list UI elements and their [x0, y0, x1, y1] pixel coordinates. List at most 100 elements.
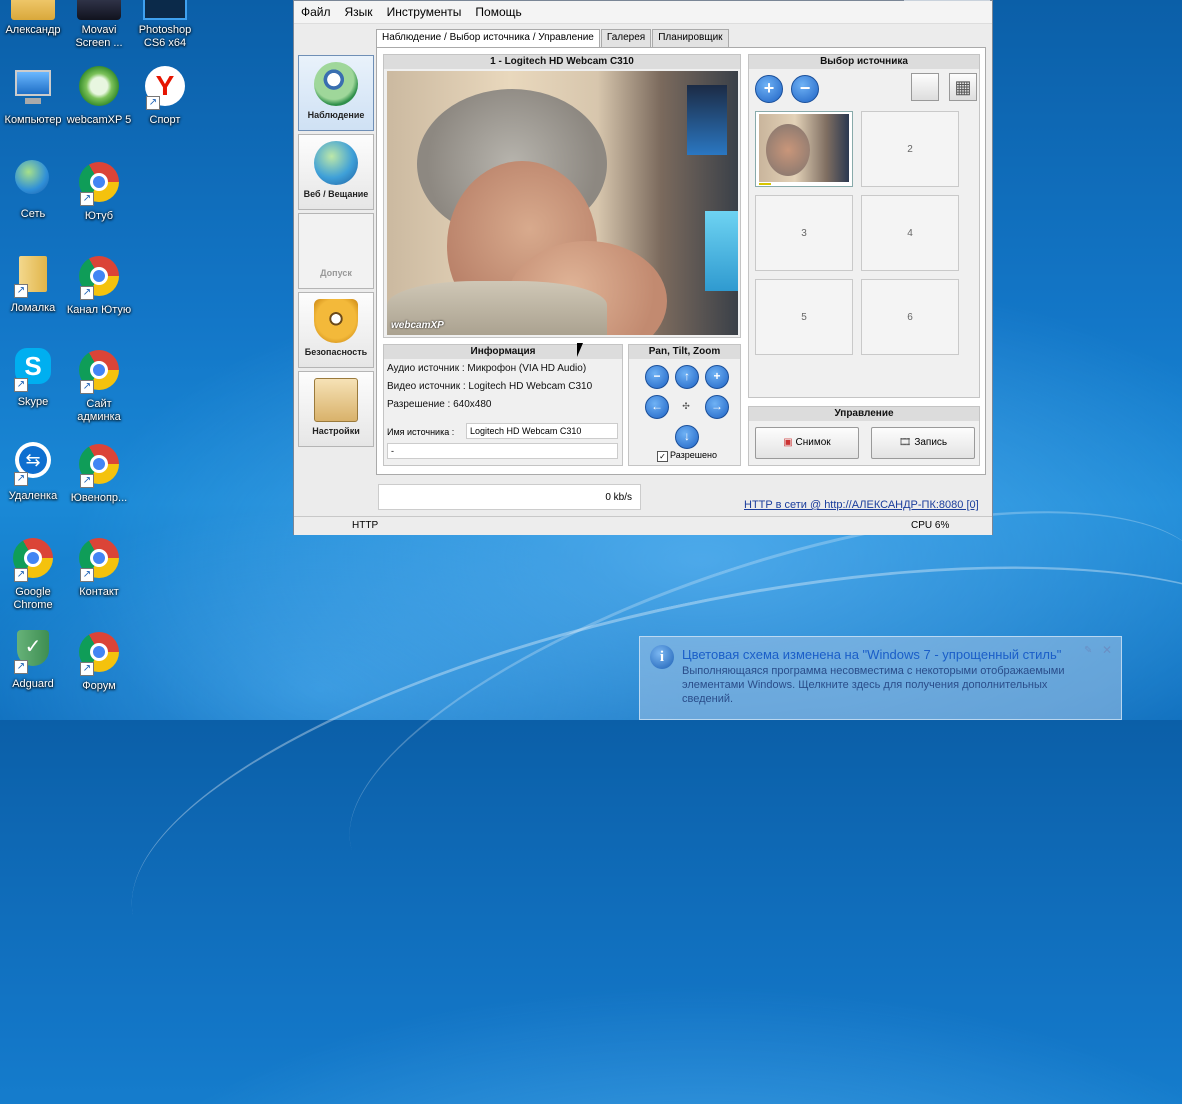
- info-audio-source: Аудио источник : Микрофон (VIA HD Audio): [387, 363, 587, 374]
- chrome-icon: ↗: [77, 256, 121, 300]
- source-name-input[interactable]: Logitech HD Webcam C310: [466, 423, 618, 439]
- movavi-icon: [77, 0, 121, 20]
- chrome-icon: ↗: [77, 632, 121, 676]
- chrome-icon: ↗: [11, 538, 55, 582]
- status-bar: HTTP CPU 6%: [294, 516, 992, 535]
- tab-gallery[interactable]: Галерея: [600, 29, 652, 47]
- grid-layout-icon[interactable]: ▦: [949, 73, 977, 101]
- thumb-face: [766, 124, 810, 176]
- desktop-icon-juvenile[interactable]: ↗ Ювенопр...: [66, 442, 132, 505]
- remove-source-button[interactable]: −: [791, 75, 819, 103]
- snapshot-button[interactable]: ▣ Снимок: [755, 427, 859, 459]
- adguard-shield-icon: ✓ ↗: [11, 630, 55, 674]
- menu-file[interactable]: Файл: [294, 1, 338, 19]
- desktop-icon-forum[interactable]: ↗ Форум: [66, 630, 132, 693]
- camera-icon: ▣: [783, 437, 796, 448]
- shortcut-arrow-icon: ↗: [14, 660, 28, 674]
- desktop-icon-admin-site[interactable]: ↗ Сайт админка: [66, 348, 132, 424]
- network-globe-icon: [11, 160, 55, 204]
- eye-globe-icon: [314, 62, 358, 106]
- shortcut-arrow-icon: ↗: [14, 472, 28, 486]
- source-extra-field[interactable]: -: [387, 443, 618, 459]
- menu-help[interactable]: Помощь: [468, 1, 528, 19]
- source-tile-6[interactable]: 6: [861, 279, 959, 355]
- desktop-icon-sport[interactable]: Y ↗ Спорт: [132, 66, 198, 127]
- desktop-icon-adguard[interactable]: ✓ ↗ Adguard: [0, 630, 66, 691]
- http-link[interactable]: HTTP в сети @ http://АЛЕКСАНДР-ПК:8080 […: [744, 499, 979, 511]
- desktop-icon-skype[interactable]: S ↗ Skype: [0, 348, 66, 409]
- pan-right-button[interactable]: →: [705, 395, 729, 419]
- desktop-icon-photoshop[interactable]: Photoshop CS6 x64: [132, 0, 198, 50]
- pin-icon[interactable]: ✎: [1084, 645, 1092, 656]
- sidebar-item-access[interactable]: Допуск: [298, 213, 374, 289]
- shortcut-arrow-icon: ↗: [146, 96, 160, 110]
- source-title: Выбор источника: [749, 55, 979, 69]
- source-tile-3[interactable]: 3: [755, 195, 853, 271]
- zoom-in-button[interactable]: +: [705, 365, 729, 389]
- desktop-icon-computer[interactable]: Компьютер: [0, 66, 66, 127]
- desktop-icon-contact[interactable]: ↗ Контакт: [66, 536, 132, 599]
- record-button[interactable]: 🎞 Запись: [871, 427, 975, 459]
- tab-scheduler[interactable]: Планировщик: [652, 29, 729, 47]
- info-title: Информация: [384, 345, 622, 359]
- checklist-icon: [314, 378, 358, 422]
- info-icon: i: [650, 645, 674, 669]
- shortcut-arrow-icon: ↗: [80, 380, 94, 394]
- desktop-icon-webcamxp[interactable]: webcamXP 5: [66, 66, 132, 127]
- notification-title: Цветовая схема изменена на "Windows 7 - …: [682, 647, 1062, 662]
- shortcut-arrow-icon: ↗: [14, 568, 28, 582]
- chrome-icon: ↗: [77, 350, 121, 394]
- ptz-center-icon[interactable]: ✣: [679, 399, 693, 413]
- control-title: Управление: [749, 407, 979, 421]
- menu-bar: Файл Язык Инструменты Помощь: [294, 1, 992, 24]
- close-icon[interactable]: ✕: [1102, 643, 1112, 657]
- shortcut-arrow-icon: ↗: [14, 284, 28, 298]
- desktop-icon-youtube[interactable]: ↗ Ютуб: [66, 160, 132, 223]
- source-tile-4[interactable]: 4: [861, 195, 959, 271]
- menu-language[interactable]: Язык: [338, 1, 380, 19]
- tilt-up-button[interactable]: ↑: [675, 365, 699, 389]
- shortcut-arrow-icon: ↗: [80, 286, 94, 300]
- edit-source-icon[interactable]: [911, 73, 939, 101]
- desktop-icon-google-chrome[interactable]: ↗ Google Chrome: [0, 536, 66, 612]
- tilt-down-button[interactable]: ↓: [675, 425, 699, 449]
- chrome-icon: ↗: [77, 444, 121, 488]
- sidebar-item-settings[interactable]: Настройки: [298, 371, 374, 447]
- desktop-icon-user[interactable]: Александр: [0, 0, 66, 37]
- desktop-icon-lomalka[interactable]: ↗ Ломалка: [0, 254, 66, 315]
- sidebar-item-web-broadcast[interactable]: Веб / Вещание: [298, 134, 374, 210]
- chrome-icon: ↗: [77, 538, 121, 582]
- source-name-label: Имя источника :: [387, 427, 455, 437]
- mouse-cursor-icon: [577, 343, 583, 357]
- desktop-icon-movavi[interactable]: Movavi Screen ...: [66, 0, 132, 50]
- source-tile-2[interactable]: 2: [861, 111, 959, 187]
- desktop-icon-network[interactable]: Сеть: [0, 160, 66, 221]
- menu-tools[interactable]: Инструменты: [380, 1, 469, 19]
- rate-field: 0 kb/s: [378, 484, 641, 510]
- desktop-icon-channel[interactable]: ↗ Канал Ютую: [66, 254, 132, 317]
- notification-balloon[interactable]: i Цветовая схема изменена на "Windows 7 …: [639, 636, 1122, 720]
- zoom-out-button[interactable]: −: [645, 365, 669, 389]
- web-globe-icon: [314, 141, 358, 185]
- video-title: 1 - Logitech HD Webcam C310: [384, 55, 740, 69]
- status-cpu: CPU 6%: [911, 520, 950, 531]
- ptz-allow-label: Разрешено: [670, 450, 717, 460]
- ptz-allow-checkbox[interactable]: ✓: [657, 451, 668, 462]
- photoshop-icon: [143, 0, 187, 20]
- folder-icon: [11, 0, 55, 20]
- notification-body: Выполняющаяся программа несовместима с н…: [682, 665, 1065, 705]
- pan-left-button[interactable]: ←: [645, 395, 669, 419]
- desktop-icon-teamviewer[interactable]: ⇆ ↗ Удаленка: [0, 442, 66, 503]
- sidebar-item-security[interactable]: Безопасность: [298, 292, 374, 368]
- status-protocol: HTTP: [352, 520, 379, 531]
- tab-monitoring[interactable]: Наблюдение / Выбор источника / Управлени…: [376, 29, 600, 48]
- source-tile-5[interactable]: 5: [755, 279, 853, 355]
- ptz-box: Pan, Tilt, Zoom − ↑ + ← ✣ → ↓ ✓ Разрешен…: [628, 344, 741, 466]
- sidebar-item-monitoring[interactable]: Наблюдение: [298, 55, 374, 131]
- rate-value: 0 kb/s: [605, 492, 632, 503]
- add-source-button[interactable]: +: [755, 75, 783, 103]
- video-feed[interactable]: webcamXP: [387, 71, 738, 335]
- source-tile-1[interactable]: [755, 111, 853, 187]
- shortcut-arrow-icon: ↗: [80, 568, 94, 582]
- info-box: Информация Аудио источник : Микрофон (VI…: [383, 344, 623, 466]
